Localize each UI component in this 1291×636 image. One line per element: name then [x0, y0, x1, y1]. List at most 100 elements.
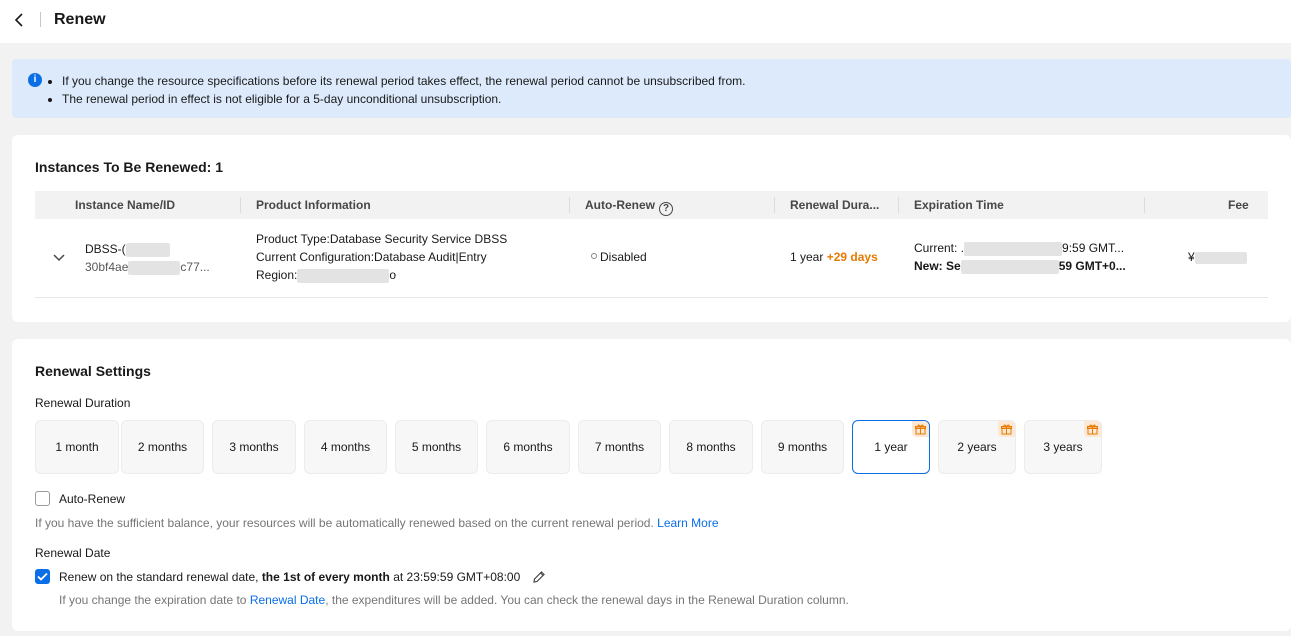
instance-id-suffix: c77... — [180, 260, 210, 274]
renewal-settings-title: Renewal Settings — [35, 363, 151, 379]
renewal-date-link[interactable]: Renewal Date — [250, 593, 325, 607]
new-suffix: 59 GMT+0... — [1058, 259, 1126, 273]
product-region: Region: o — [256, 266, 396, 284]
col-auto-renew: Auto-Renew? — [585, 191, 673, 219]
duration-option-label: 1 month — [55, 440, 99, 454]
duration-option[interactable]: 6 months — [486, 420, 570, 474]
col-renewal-duration: Renewal Dura... — [790, 198, 880, 212]
instances-title: Instances To Be Renewed: 1 — [35, 159, 224, 175]
fee-value: ¥ — [1188, 248, 1247, 266]
region-label: Region: — [256, 268, 298, 282]
duration-option-label: 2 months — [137, 440, 188, 454]
duration-option[interactable]: 3 months — [212, 420, 296, 474]
expiration-current: Current: . 9:59 GMT... — [914, 239, 1124, 257]
col-instance-name: Instance Name/ID — [75, 198, 176, 212]
top-bar: Renew — [0, 0, 1291, 43]
fee-prefix: ¥ — [1188, 250, 1195, 264]
gift-icon — [998, 421, 1015, 437]
col-separator — [774, 197, 775, 213]
instance-name: DBSS-( — [85, 240, 170, 258]
duration-option-label: 8 months — [686, 440, 736, 454]
instance-id: 30bf4ae c77... — [85, 258, 210, 276]
region-suffix: o — [389, 268, 397, 282]
instance-id-prefix: 30bf4ae — [85, 260, 129, 274]
redacted-text — [128, 260, 181, 275]
duration-option-label: 6 months — [503, 440, 553, 454]
redacted-text — [964, 241, 1063, 256]
table-header: Instance Name/ID Product Information Aut… — [35, 191, 1268, 219]
status-dot-icon — [591, 253, 597, 259]
duration-option[interactable]: 4 months — [304, 420, 387, 474]
duration-option[interactable]: 1 year — [852, 420, 930, 474]
duration-text: 1 year — [790, 250, 824, 264]
notice-item: The renewal period in effect is not elig… — [62, 90, 746, 108]
renewal-duration-value: 1 year +29 days — [790, 248, 878, 266]
notice-list: If you change the resource specification… — [62, 72, 746, 108]
renewal-date-text-1: Renew on the standard renewal date, — [59, 570, 259, 584]
table-row: DBSS-( 30bf4ae c77... Product Type:Databa… — [35, 219, 1268, 298]
info-notice: i If you change the resource specificati… — [12, 59, 1291, 118]
notice-item: If you change the resource specification… — [62, 72, 746, 90]
duration-option-label: 5 months — [411, 440, 462, 454]
redacted-text — [125, 242, 170, 257]
gift-icon — [1084, 421, 1101, 437]
duration-option[interactable]: 1 month — [35, 420, 119, 474]
duration-option[interactable]: 2 months — [121, 420, 204, 474]
col-separator — [240, 197, 241, 213]
new-label: New: Se — [914, 259, 961, 273]
help-icon[interactable]: ? — [659, 202, 673, 216]
renewal-date-checkbox[interactable] — [35, 569, 50, 584]
duration-option[interactable]: 3 years — [1024, 420, 1102, 474]
redacted-text — [960, 259, 1059, 274]
redacted-text — [1194, 251, 1247, 264]
renewal-date-text-2: at 23:59:59 GMT+08:00 — [393, 570, 521, 584]
page-title: Renew — [54, 11, 106, 28]
renewal-date-label: Renewal Date — [35, 546, 111, 560]
current-suffix: 9:59 GMT... — [1062, 241, 1125, 255]
duration-option-label: 3 years — [1043, 440, 1083, 454]
chevron-down-icon[interactable] — [51, 249, 67, 265]
auto-renew-status: Disabled — [591, 248, 647, 266]
renewal-date-bold: the 1st of every month — [261, 570, 390, 584]
duration-option-label: 7 months — [594, 440, 645, 454]
duration-option-label: 9 months — [777, 440, 828, 454]
info-icon: i — [28, 73, 42, 87]
product-configuration: Current Configuration:Database Audit|Ent… — [256, 250, 487, 264]
instance-name-text: DBSS-( — [85, 242, 126, 256]
duration-option[interactable]: 9 months — [761, 420, 844, 474]
gift-icon — [912, 421, 929, 437]
check-icon — [37, 572, 48, 581]
product-type: Product Type:Database Security Service D… — [256, 232, 508, 246]
edit-icon[interactable] — [532, 570, 546, 587]
renewal-date-hint: If you change the expiration date to Ren… — [59, 593, 849, 607]
learn-more-link[interactable]: Learn More — [657, 516, 718, 530]
duration-option[interactable]: 2 years — [938, 420, 1016, 474]
renewal-duration-label: Renewal Duration — [35, 396, 131, 410]
renewal-date-text: Renew on the standard renewal date, the … — [59, 570, 546, 587]
auto-renew-hint: If you have the sufficient balance, your… — [35, 516, 719, 530]
auto-renew-checkbox[interactable] — [35, 491, 50, 506]
duration-option-label: 2 years — [957, 440, 997, 454]
duration-option[interactable]: 7 months — [578, 420, 661, 474]
col-separator — [569, 197, 570, 213]
col-product-info: Product Information — [256, 198, 371, 212]
instances-card: Instances To Be Renewed: 1 Instance Name… — [12, 135, 1291, 322]
auto-renew-hint-text: If you have the sufficient balance, your… — [35, 516, 654, 530]
renewal-hint-text-2: , the expenditures will be added. You ca… — [325, 593, 849, 607]
duration-option-label: 1 year — [874, 440, 908, 454]
col-separator — [898, 197, 899, 213]
renewal-hint-text-1: If you change the expiration date to — [59, 593, 247, 607]
header-divider — [40, 12, 41, 27]
renewal-settings-card: Renewal Settings Renewal Duration 1 mont… — [12, 339, 1291, 631]
duration-option[interactable]: 5 months — [395, 420, 478, 474]
col-expiration-time: Expiration Time — [914, 198, 1004, 212]
duration-option-label: 4 months — [320, 440, 371, 454]
auto-renew-label: Auto-Renew — [59, 492, 126, 506]
duration-option[interactable]: 8 months — [669, 420, 753, 474]
redacted-text — [297, 268, 390, 283]
col-fee: Fee — [1228, 198, 1249, 212]
current-label: Current: . — [914, 241, 965, 255]
col-separator — [1144, 197, 1145, 213]
back-arrow-icon[interactable] — [10, 11, 28, 29]
duration-bonus: +29 days — [826, 250, 878, 264]
